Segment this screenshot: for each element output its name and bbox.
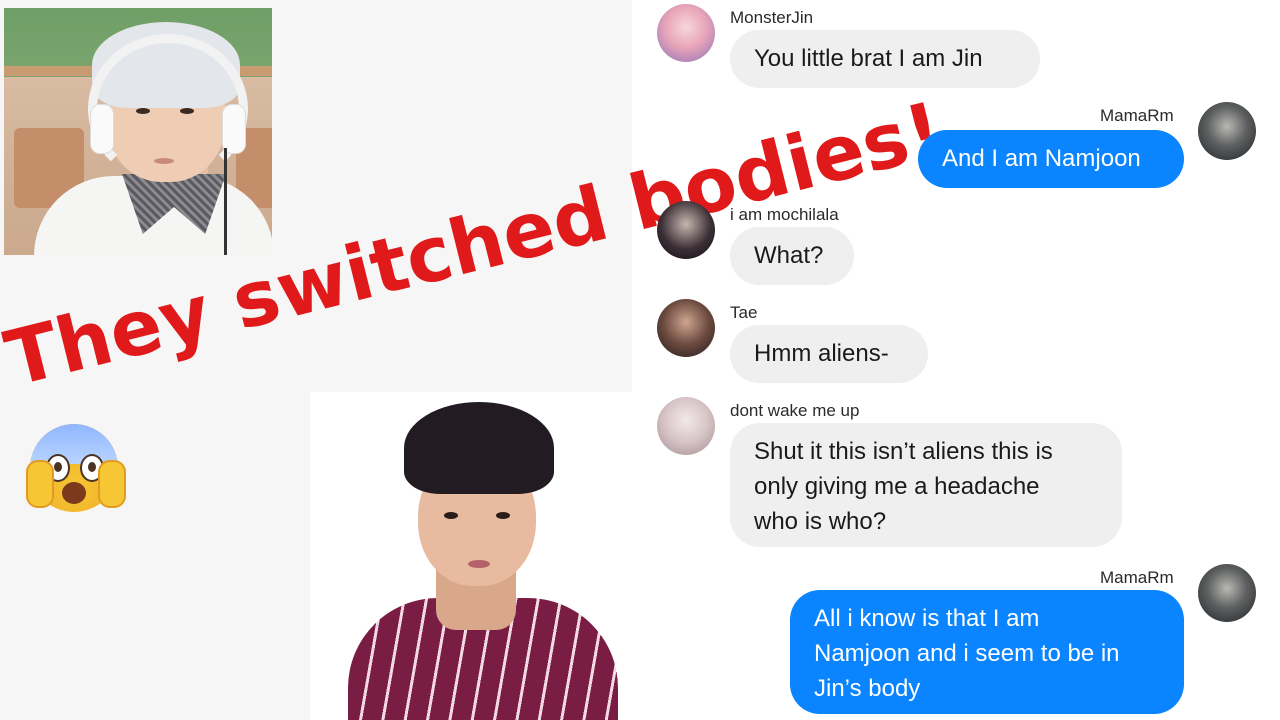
avatar[interactable]	[657, 201, 715, 259]
avatar[interactable]	[1198, 102, 1256, 160]
message-text-line: What?	[754, 242, 824, 269]
message-text-line: Shut it this isn’t aliens this is	[754, 438, 1053, 465]
sender-name: i am mochilala	[730, 205, 839, 224]
message-bubble[interactable]: All i know is that I am Namjoon and i see…	[790, 590, 1184, 714]
message-text-line: And I am Namjoon	[942, 145, 1141, 172]
message-text-line: You little brat I am Jin	[754, 45, 983, 72]
message-bubble[interactable]: What?	[730, 227, 854, 285]
sender-name: dont wake me up	[730, 401, 860, 420]
message-text-line: Jin’s body	[814, 675, 921, 702]
right-hand-icon	[98, 460, 126, 508]
message-bubble[interactable]: You little brat I am Jin	[730, 30, 1040, 88]
avatar[interactable]	[657, 397, 715, 455]
photo-dark-hair-person	[310, 392, 632, 720]
message-bubble[interactable]: Hmm aliens-	[730, 325, 928, 383]
avatar[interactable]	[657, 4, 715, 62]
message-text-line: only giving me a headache	[754, 473, 1040, 500]
avatar[interactable]	[1198, 564, 1256, 622]
left-hand-icon	[26, 460, 54, 508]
message-text-line: who is who?	[754, 508, 887, 535]
message-bubble[interactable]: Shut it this isn’t aliens this is only gi…	[730, 423, 1122, 547]
sender-name: MonsterJin	[730, 8, 814, 27]
thumbnail-collage	[0, 0, 632, 720]
sender-name: MamaRm	[1100, 106, 1174, 125]
message-text-line: All i know is that I am	[814, 605, 1040, 632]
avatar[interactable]	[657, 299, 715, 357]
message-text-line: Hmm aliens-	[754, 340, 889, 367]
sender-name: Tae	[730, 303, 758, 322]
sender-name: MamaRm	[1100, 568, 1174, 587]
message-bubble[interactable]: And I am Namjoon	[918, 130, 1184, 188]
message-text-line: Namjoon and i seem to be in	[814, 640, 1120, 667]
photo-silver-hair-person	[4, 8, 272, 255]
